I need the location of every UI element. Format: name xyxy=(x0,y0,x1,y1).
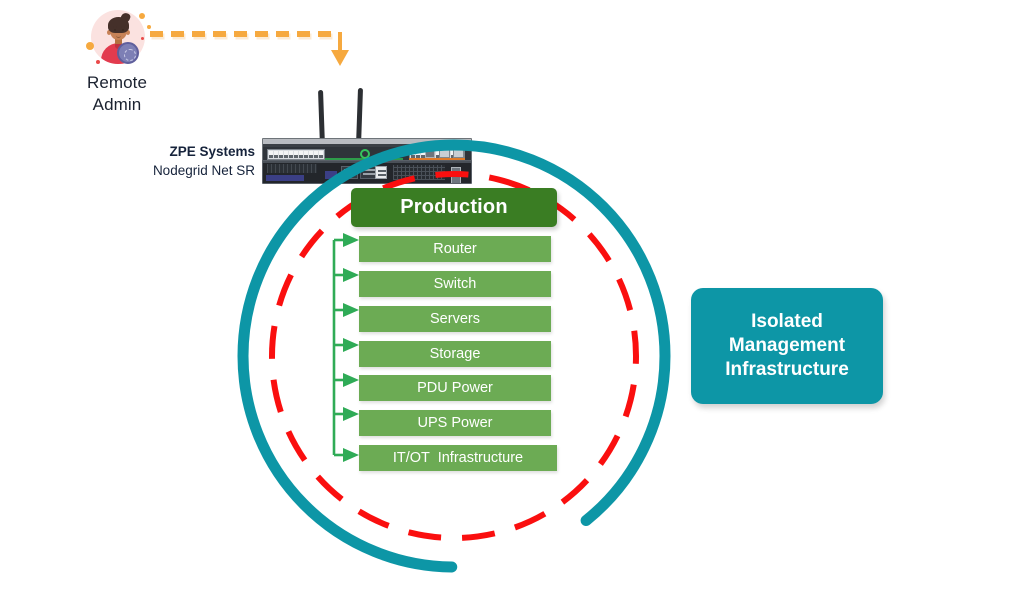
brand-tag xyxy=(266,175,304,181)
device-brand: ZPE Systems xyxy=(169,144,255,159)
decor-dot xyxy=(141,37,144,40)
avatar-eye-right xyxy=(122,29,124,31)
remote-admin-label-line1: Remote xyxy=(86,73,148,92)
sfp-port xyxy=(451,175,461,183)
remote-admin-avatar-icon xyxy=(84,6,151,72)
orange-dashed-down-arrow-icon xyxy=(150,31,349,66)
avatar-brow-right xyxy=(121,26,125,28)
avatar-badge-icon xyxy=(117,42,139,64)
brand-tag-secondary xyxy=(325,171,337,179)
avatar-brow-left xyxy=(113,26,117,28)
avatar-eye-left xyxy=(114,29,116,31)
isolated-line1: Isolated xyxy=(751,311,823,332)
asset-box-servers[interactable]: Servers xyxy=(359,306,551,332)
ethernet-port-bank-left xyxy=(267,149,325,160)
asset-box-it-ot-infrastructure[interactable]: IT/OT Infrastructure xyxy=(359,445,557,471)
remote-admin-label-line2: Admin xyxy=(92,95,142,114)
isolated-line2: Management xyxy=(728,335,846,356)
uplink-port xyxy=(439,147,450,158)
asset-box-switch[interactable]: Switch xyxy=(359,271,551,297)
expansion-module xyxy=(341,166,358,179)
asset-box-router[interactable]: Router xyxy=(359,236,551,262)
decor-dot xyxy=(139,13,145,19)
isolated-line3: Infrastructure xyxy=(725,359,849,380)
uplink-port xyxy=(453,147,464,158)
usb-port-icon xyxy=(375,166,387,179)
sfp-port xyxy=(425,148,435,158)
asset-box-pdu-power[interactable]: PDU Power xyxy=(359,375,551,401)
asset-box-ups-power[interactable]: UPS Power xyxy=(359,410,551,436)
production-header[interactable]: Production xyxy=(351,188,557,227)
vent-mesh xyxy=(393,165,445,180)
asset-box-storage[interactable]: Storage xyxy=(359,341,551,367)
remote-admin-label: Remote Admin xyxy=(52,72,182,116)
diagram-canvas: Remote Admin ZPE Systems Nodegrid Net SR xyxy=(0,0,1024,600)
vent-mesh xyxy=(267,164,317,173)
isolated-box-text: Isolated Management Infrastructure xyxy=(725,310,849,382)
appliance-unit-bottom xyxy=(262,160,472,184)
device-caption: ZPE Systems Nodegrid Net SR xyxy=(60,142,255,180)
rack-appliance-icon xyxy=(262,87,472,184)
asset-feeder-arrows xyxy=(332,233,359,462)
decor-dot xyxy=(96,60,100,64)
isolated-management-infrastructure-box[interactable]: Isolated Management Infrastructure xyxy=(691,288,883,404)
status-led-icon xyxy=(360,149,370,159)
device-model: Nodegrid Net SR xyxy=(152,163,255,178)
decor-dot xyxy=(86,42,94,50)
